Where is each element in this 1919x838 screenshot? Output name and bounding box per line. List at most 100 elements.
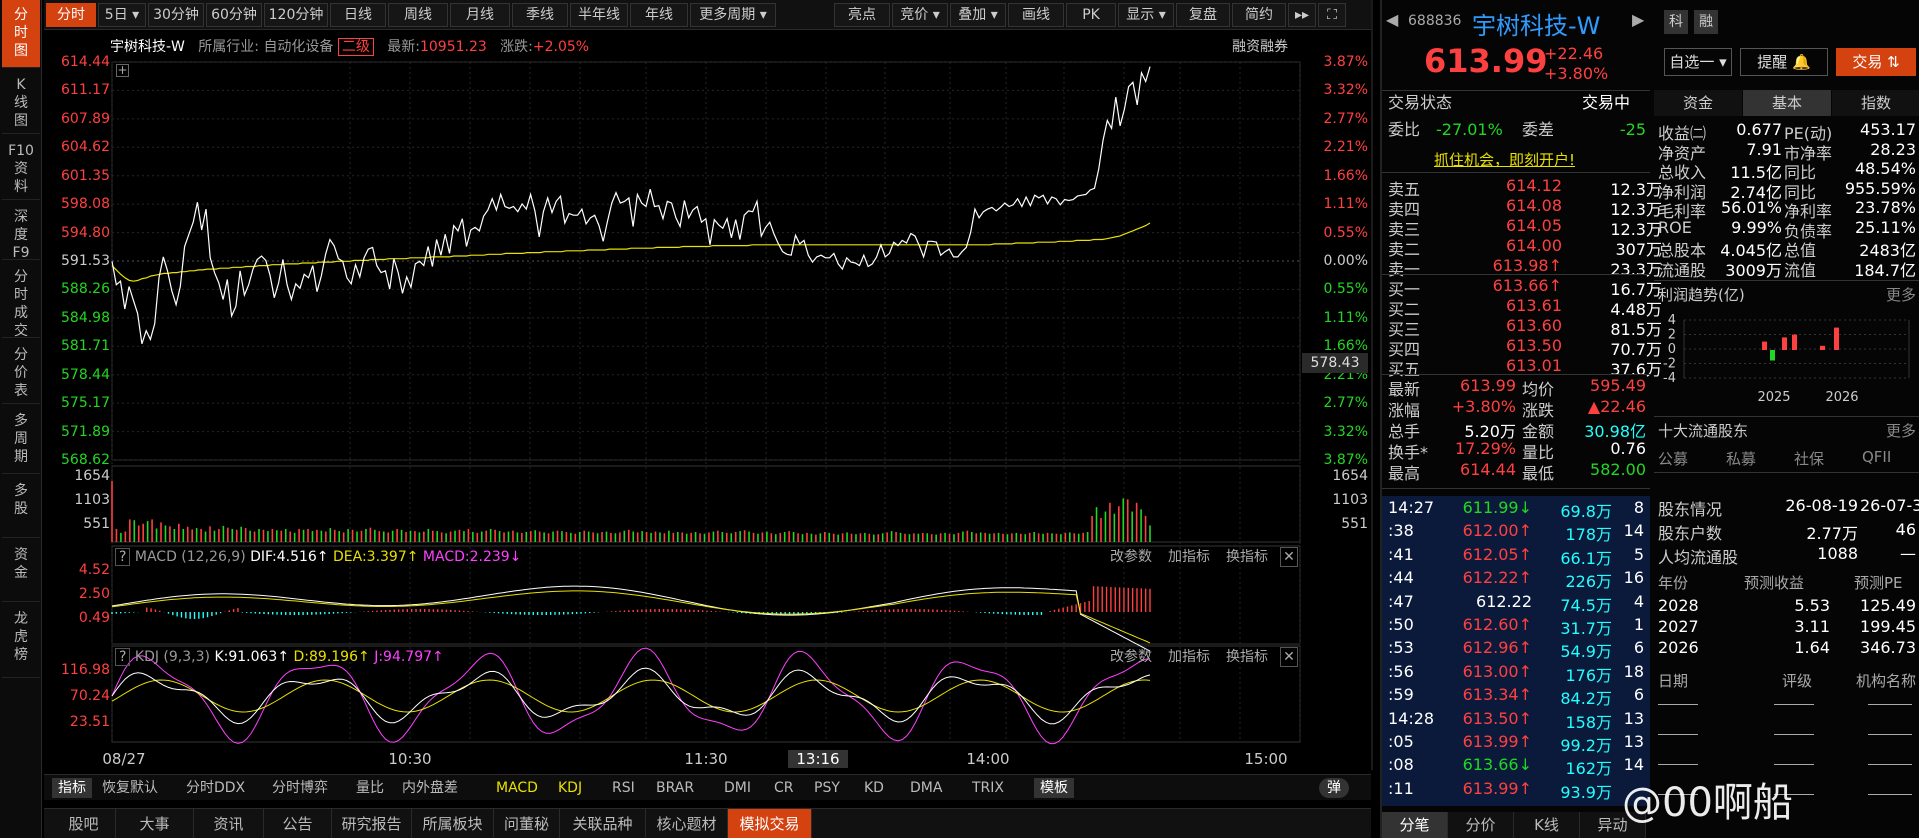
forecast-eps: 1.64 [1794, 638, 1830, 657]
bottom-tab[interactable]: 股吧 [52, 809, 116, 838]
tick-price: 612.22↑ [1462, 568, 1532, 588]
bottom-tab[interactable]: 公告 [264, 809, 332, 838]
bottom-tab[interactable]: 模拟交易 [728, 809, 812, 838]
stat-value: 17.29% [1454, 439, 1516, 458]
rating-head: 评级 [1782, 672, 1813, 690]
indicator-item[interactable]: 恢复默认 [102, 778, 158, 798]
holder-label: 人均流通股 [1658, 548, 1739, 567]
kdj-k: K:91.063↑ [214, 649, 290, 665]
indicator-item[interactable]: DMA [910, 778, 942, 798]
holder-value-b: 26-07-31 [1860, 496, 1919, 515]
indicator-item[interactable]: RSI [612, 778, 635, 798]
bottom-tab[interactable]: 问董秘 [494, 809, 560, 838]
tick-tab[interactable]: K线 [1514, 812, 1580, 838]
profit-trend-chart: 420-2-4 2025 2026 [1663, 313, 1910, 405]
fin-tab[interactable]: 资金 [1654, 90, 1742, 116]
margin-badge: 融 [1694, 10, 1718, 34]
tick-volume: 93.9万 [1560, 782, 1612, 802]
tick-time: :41 [1388, 544, 1414, 564]
fin-value-2: 955.59% [1844, 178, 1916, 198]
indicator-item[interactable]: PSY [814, 778, 840, 798]
forecast-year: 2026 [1658, 638, 1699, 657]
stat-value-2: 582.00 [1590, 460, 1646, 479]
holder-tab[interactable]: 公募 [1658, 448, 1688, 469]
price-line [111, 66, 1151, 344]
macd-close-icon[interactable]: ✕ [1280, 547, 1298, 567]
indicator-bar: 指标 恢复默认 分时DDX 分时博弈 量比 内外盘差 MACD KDJ RSI BRAR DMI CR… [44, 774, 1371, 800]
holder-tab[interactable]: 社保 [1794, 448, 1824, 469]
holder-value-a: 26-08-19 [1785, 496, 1858, 515]
kdj-swap-indicator[interactable]: 换指标 [1226, 648, 1268, 666]
fin-tab[interactable]: 指数 [1832, 90, 1919, 116]
stock-name[interactable]: 宇树科技-W [1472, 6, 1600, 41]
stat-value-2: 0.76 [1610, 439, 1646, 458]
open-account-promo[interactable]: 抓住机会，即刻开户! [1434, 150, 1575, 170]
bottom-tab[interactable]: 资讯 [194, 809, 264, 838]
holder-tab[interactable]: QFII [1862, 448, 1891, 466]
indicator-item[interactable]: KD [864, 778, 884, 798]
holders-more-link[interactable]: 更多 [1886, 420, 1916, 441]
kdj-add-indicator[interactable]: 加指标 [1168, 648, 1210, 666]
kdj-modify-params[interactable]: 改参数 [1110, 648, 1152, 666]
macd-add-indicator[interactable]: 加指标 [1168, 548, 1210, 566]
indicator-item[interactable]: BRAR [656, 778, 694, 798]
section-divider [1382, 488, 1650, 489]
indicator-item[interactable]: KDJ [558, 778, 582, 798]
tick-count: 8 [1633, 498, 1644, 517]
prev-stock-icon[interactable]: ◀ [1386, 10, 1398, 29]
bottom-tab-bar: 股吧 大事 资讯 公告 研究报告 所属板块 问董秘 关联品种 核心题材 模拟交易 [44, 808, 1371, 838]
alert-button[interactable]: 提醒 🔔 [1740, 48, 1828, 76]
indicator-item[interactable]: DMI [724, 778, 751, 798]
time-tick: 10:30 [388, 750, 432, 768]
fin-tab[interactable]: 基本 [1743, 90, 1831, 116]
holder-value-a: 1088 [1817, 544, 1858, 563]
bottom-tab[interactable]: 大事 [116, 809, 194, 838]
indicator-item[interactable]: 分时博弈 [272, 778, 328, 798]
trade-button[interactable]: 交易 ⇅ [1836, 48, 1916, 76]
tick-volume: 99.2万 [1560, 736, 1612, 755]
bid-price: 613.60 [1506, 316, 1562, 335]
holder-tab[interactable]: 私募 [1726, 448, 1756, 469]
fin-value-2: 453.17 [1860, 120, 1916, 139]
tick-price: 613.99↑ [1462, 732, 1532, 751]
tick-price: 613.50↑ [1462, 708, 1532, 728]
bottom-tab[interactable]: 研究报告 [332, 809, 412, 838]
next-stock-icon[interactable]: ▶ [1632, 10, 1644, 29]
ask-price: 614.05 [1506, 216, 1562, 235]
bottom-tab[interactable]: 核心题材 [646, 809, 728, 838]
fin-value: 56.01% [1720, 198, 1782, 217]
kdj-close-icon[interactable]: ✕ [1280, 647, 1298, 667]
macd-modify-params[interactable]: 改参数 [1110, 548, 1152, 566]
tick-tab[interactable]: 分笔 [1382, 812, 1448, 838]
indicator-item[interactable]: CR [774, 778, 794, 798]
bid-price: 613.01 [1506, 356, 1562, 375]
indicator-item[interactable]: 模板 [1034, 778, 1074, 798]
bottom-tab[interactable]: 关联品种 [560, 809, 646, 838]
indicator-item[interactable]: 内外盘差 [402, 778, 458, 798]
rating-head: 日期 [1658, 672, 1689, 690]
indicator-item[interactable]: 指标 [52, 778, 92, 798]
tick-price: 613.66↓ [1462, 755, 1532, 775]
tick-volume: 31.7万 [1560, 619, 1612, 638]
price-change-pct: +3.80% [1544, 64, 1609, 83]
watchlist-button[interactable]: 自选一 ▾ [1664, 48, 1732, 76]
indicator-toggle[interactable]: 弹 [1319, 778, 1349, 798]
tick-tab[interactable]: 分价 [1448, 812, 1514, 838]
macd-help-icon[interactable]: ? [115, 548, 131, 566]
profit-bar [1782, 337, 1787, 350]
tick-volume: 84.2万 [1560, 689, 1612, 709]
profit-bar [1770, 350, 1775, 361]
section-divider [1382, 172, 1650, 173]
tick-volume: 74.5万 [1560, 595, 1612, 615]
order-ratio-label: 委比 [1388, 120, 1421, 139]
holder-value-b: — [1900, 544, 1916, 563]
macd-swap-indicator[interactable]: 换指标 [1226, 548, 1268, 566]
bottom-tab[interactable]: 所属板块 [412, 809, 494, 838]
kdj-help-icon[interactable]: ? [115, 648, 131, 666]
profit-more-link[interactable]: 更多 [1886, 284, 1916, 305]
indicator-item[interactable]: MACD [496, 778, 538, 798]
indicator-item[interactable]: 分时DDX [186, 778, 245, 798]
indicator-item[interactable]: TRIX [972, 778, 1004, 798]
indicator-item[interactable]: 量比 [356, 778, 384, 798]
tick-time: :05 [1388, 732, 1414, 751]
